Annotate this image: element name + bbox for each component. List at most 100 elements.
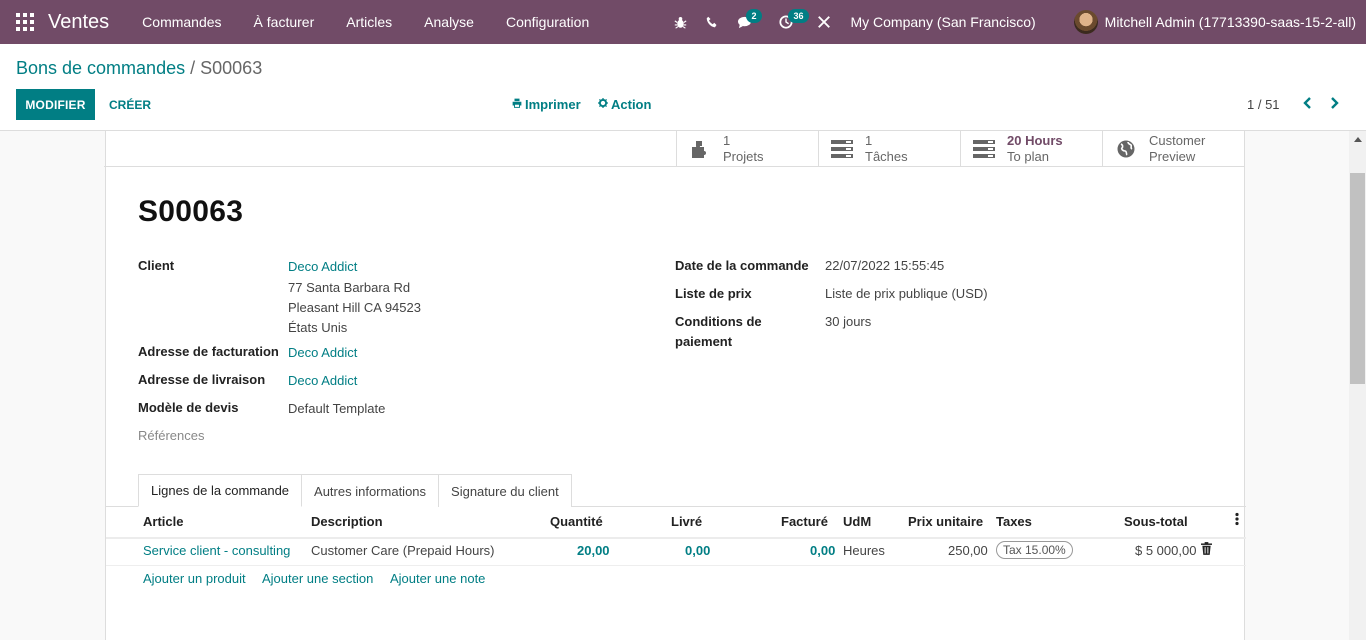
projects-label: Projets — [723, 149, 764, 164]
activities-clock-icon[interactable]: 36 — [770, 0, 809, 44]
add-note-link[interactable]: Ajouter une note — [390, 571, 485, 586]
user-menu[interactable]: Mitchell Admin (17713390-saas-15-2-all) — [1105, 14, 1356, 30]
order-date-field[interactable]: 22/07/2022 15:55:45 — [825, 256, 944, 276]
phone-icon[interactable] — [696, 0, 728, 44]
add-product-link[interactable]: Ajouter un produit — [143, 571, 246, 586]
menu-a-facturer[interactable]: À facturer — [254, 14, 315, 30]
notebook-tabs: Lignes de la commande Autres information… — [138, 474, 572, 507]
create-button[interactable]: CRÉER — [109, 89, 151, 120]
tasks-count: 1 — [865, 133, 873, 148]
user-avatar[interactable] — [1073, 10, 1098, 34]
tasks-icon — [961, 140, 1007, 158]
tasks-icon — [819, 140, 865, 158]
debug-bug-icon[interactable] — [664, 0, 696, 44]
messages-icon[interactable]: 2 — [728, 0, 762, 44]
delivery-address-label: Adresse de livraison — [138, 372, 266, 387]
chevron-left-icon[interactable] — [1297, 92, 1317, 114]
trash-icon[interactable] — [1201, 542, 1212, 558]
invoice-address-label: Adresse de facturation — [138, 344, 279, 359]
customer-preview-line1: Customer — [1149, 133, 1206, 148]
globe-icon — [1103, 140, 1149, 158]
tasks-smart-button[interactable]: 1 Tâches — [818, 131, 960, 167]
payment-terms-field[interactable]: 30 jours — [825, 312, 871, 332]
row-article[interactable]: Service client - consulting — [143, 543, 290, 558]
vertical-scrollbar[interactable] — [1349, 131, 1366, 640]
col-description[interactable]: Description — [311, 514, 383, 529]
tasks-label: Tâches — [865, 149, 908, 164]
breadcrumb: Bons de commandes / S00063 — [16, 58, 262, 79]
row-uom[interactable]: Heures — [843, 543, 885, 558]
apps-menu-icon[interactable] — [16, 13, 34, 31]
client-label: Client — [138, 258, 175, 273]
payment-terms-label-1: Conditions de — [675, 314, 762, 329]
top-navbar: Ventes Commandes À facturer Articles Ana… — [0, 0, 1366, 44]
breadcrumb-parent[interactable]: Bons de commandes — [16, 58, 185, 78]
row-tax-badge[interactable]: Tax 15.00% — [996, 541, 1073, 559]
to-plan-smart-button[interactable]: 20 Hours To plan — [960, 131, 1102, 167]
chevron-right-icon[interactable] — [1325, 92, 1345, 114]
action-label: Action — [611, 97, 652, 112]
form-sheet: 1 Projets 1 Tâches 20 Hours To plan Custome… — [104, 131, 1246, 640]
tab-customer-signature[interactable]: Signature du client — [438, 474, 572, 507]
company-switcher[interactable]: My Company (San Francisco) — [850, 14, 1035, 30]
record-title: S00063 — [138, 195, 244, 228]
quote-template-label: Modèle de devis — [138, 400, 239, 415]
messages-badge: 2 — [746, 9, 762, 23]
to-plan-label: To plan — [1007, 149, 1049, 164]
projects-count: 1 — [723, 133, 731, 148]
print-label: Imprimer — [525, 97, 581, 112]
add-section-link[interactable]: Ajouter une section — [262, 571, 373, 586]
menu-articles[interactable]: Articles — [346, 14, 392, 30]
row-delivered[interactable]: 0,00 — [685, 543, 710, 558]
order-date-label: Date de la commande — [675, 258, 809, 273]
col-subtotal[interactable]: Sous-total — [1124, 514, 1188, 529]
scrollbar-thumb[interactable] — [1350, 173, 1365, 384]
col-unit-price[interactable]: Prix unitaire — [908, 514, 983, 529]
print-button[interactable]: Imprimer — [512, 89, 581, 120]
row-divider — [106, 565, 1246, 566]
projects-smart-button[interactable]: 1 Projets — [676, 131, 818, 167]
payment-terms-label-2: paiement — [675, 334, 733, 349]
customer-preview-line2: Preview — [1149, 149, 1196, 164]
control-panel: Bons de commandes / S00063 MODIFIER CRÉE… — [0, 44, 1366, 131]
tools-icon[interactable] — [808, 0, 840, 44]
edit-button[interactable]: MODIFIER — [16, 89, 95, 120]
tab-order-lines[interactable]: Lignes de la commande — [138, 474, 303, 507]
pager-value[interactable]: 1 / 51 — [1247, 97, 1280, 112]
to-plan-hours: 20 Hours — [1007, 133, 1063, 148]
col-delivered[interactable]: Livré — [671, 514, 702, 529]
action-button[interactable]: Action — [598, 89, 651, 120]
col-quantity[interactable]: Quantité — [550, 514, 603, 529]
references-label: Références — [138, 428, 205, 443]
smart-button-box: 1 Projets 1 Tâches 20 Hours To plan Custome… — [104, 131, 1244, 167]
print-icon — [512, 98, 522, 111]
activities-badge: 36 — [788, 9, 809, 23]
breadcrumb-separator: / — [190, 58, 196, 78]
address-line3: États Unis — [288, 320, 348, 335]
app-name[interactable]: Ventes — [48, 11, 109, 34]
optional-columns-icon[interactable] — [1235, 512, 1239, 529]
row-invoiced[interactable]: 0,00 — [810, 543, 835, 558]
quote-template-field[interactable]: Default Template — [288, 399, 385, 419]
tab-other-info[interactable]: Autres informations — [301, 474, 440, 507]
pricelist-field[interactable]: Liste de prix publique (USD) — [825, 284, 988, 304]
col-uom[interactable]: UdM — [843, 514, 871, 529]
puzzle-icon — [677, 139, 723, 159]
invoice-address-field[interactable]: Deco Addict — [288, 343, 357, 363]
row-subtotal: $ 5 000,00 — [1135, 543, 1197, 558]
menu-analyse[interactable]: Analyse — [424, 14, 474, 30]
row-quantity[interactable]: 20,00 — [577, 543, 610, 558]
row-unit-price[interactable]: 250,00 — [948, 543, 988, 558]
col-article[interactable]: Article — [143, 514, 183, 529]
col-invoiced[interactable]: Facturé — [781, 514, 828, 529]
delivery-address-field[interactable]: Deco Addict — [288, 371, 357, 391]
address-line1: 77 Santa Barbara Rd — [288, 280, 411, 295]
address-line2: Pleasant Hill CA 94523 — [288, 300, 421, 315]
client-field[interactable]: Deco Addict — [288, 257, 357, 277]
menu-configuration[interactable]: Configuration — [506, 14, 589, 30]
customer-preview-smart-button[interactable]: Customer Preview — [1102, 131, 1244, 167]
scroll-up-arrow-icon[interactable] — [1349, 131, 1366, 148]
menu-commandes[interactable]: Commandes — [142, 14, 221, 30]
col-taxes[interactable]: Taxes — [996, 514, 1032, 529]
row-description[interactable]: Customer Care (Prepaid Hours) — [311, 543, 495, 558]
